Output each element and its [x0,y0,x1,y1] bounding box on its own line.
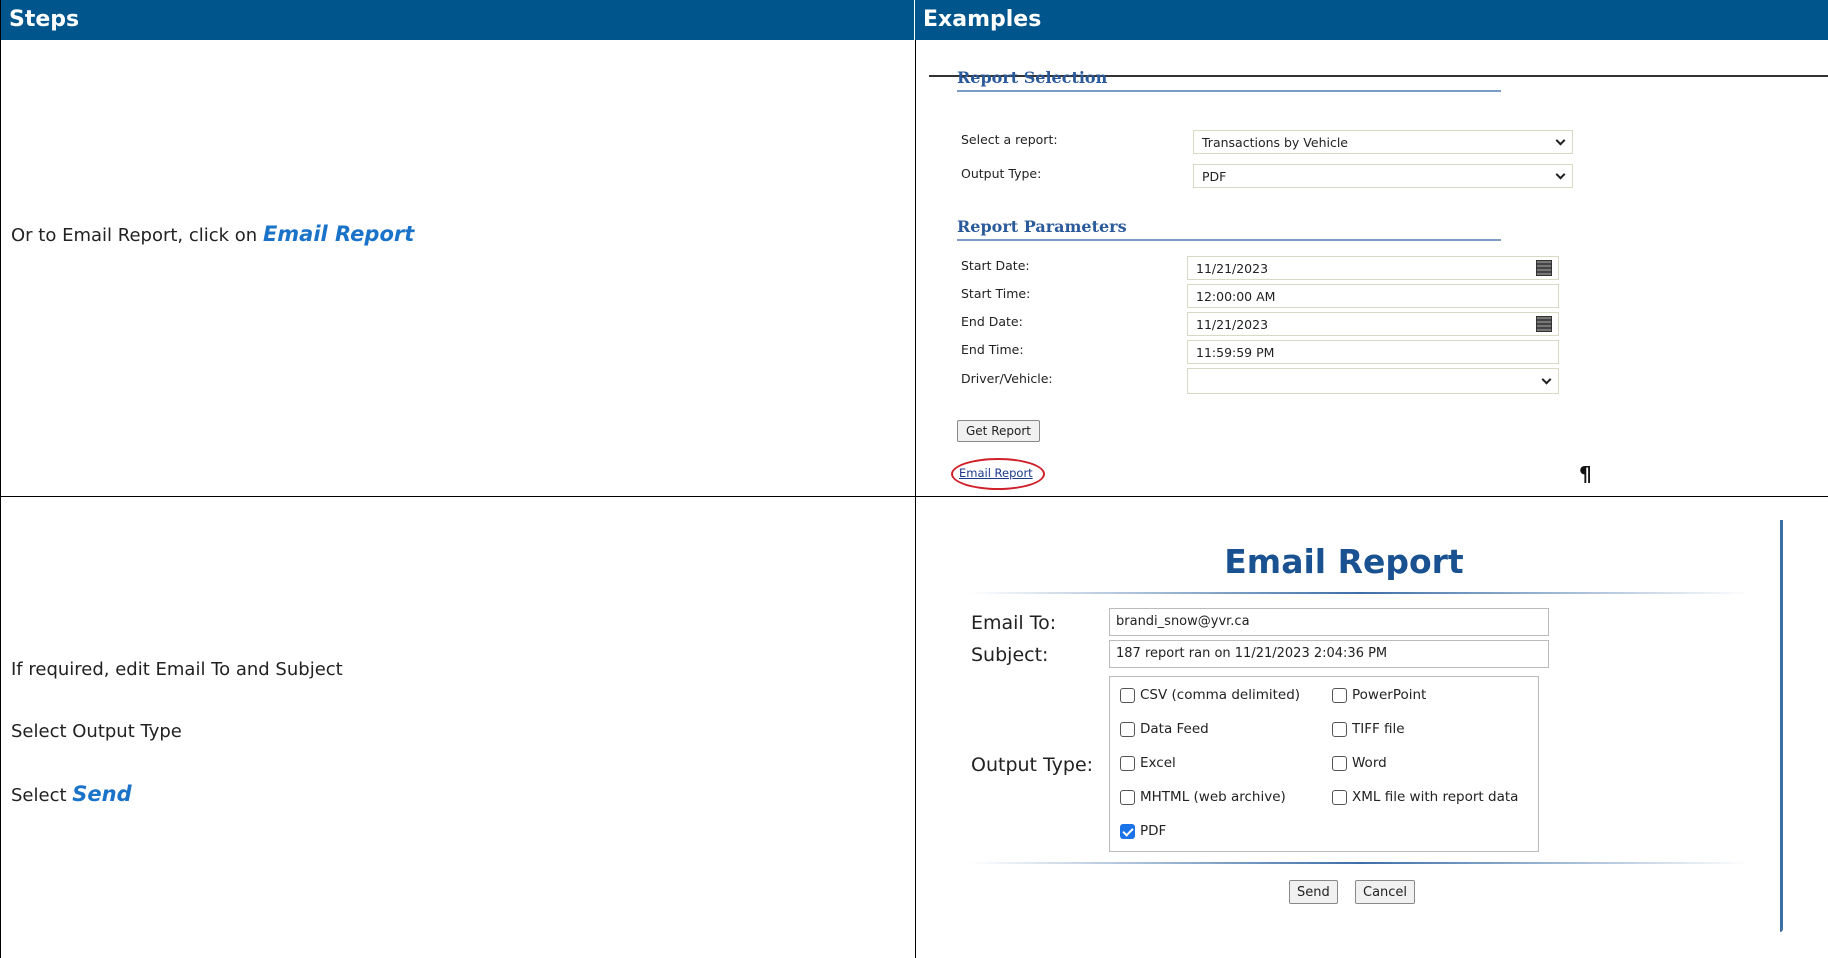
column-divider [915,40,916,958]
option-word[interactable]: Word [1332,755,1387,771]
chevron-down-icon [1541,374,1552,385]
row-divider [1,496,1828,497]
header-steps: Steps [1,0,915,40]
select-report-value: Transactions by Vehicle [1202,134,1349,150]
step-row2-link: Send [72,782,132,806]
driver-vehicle-label: Driver/Vehicle: [961,371,1053,386]
report-parameters-title: Report Parameters [957,217,1127,236]
end-time-value: 11:59:59 PM [1196,344,1275,360]
excel-checkbox[interactable] [1120,755,1135,771]
highlight-circle [951,458,1045,490]
driver-vehicle-dropdown[interactable] [1187,368,1559,394]
cancel-button[interactable]: Cancel [1355,880,1416,904]
option-mhtml[interactable]: MHTML (web archive) [1120,789,1286,805]
report-selection-title: Report Selection [957,68,1108,87]
end-date-input[interactable]: 11/21/2023 [1187,312,1559,336]
report-selection-screenshot: Report Selection Select a report: Transa… [929,68,1828,496]
output-type-dropdown[interactable]: PDF [1193,164,1573,188]
get-report-button[interactable]: Get Report [957,420,1040,442]
output-type-value: PDF [1202,168,1227,184]
option-xml[interactable]: XML file with report data [1332,789,1518,805]
output-type-label: Output Type: [971,754,1094,776]
dialog-right-border [1780,520,1783,932]
mhtml-checkbox[interactable] [1120,789,1135,805]
select-report-dropdown[interactable]: Transactions by Vehicle [1193,130,1573,154]
start-date-label: Start Date: [961,258,1030,273]
calendar-icon[interactable] [1536,260,1552,276]
step-row2-line2: Select Output Type [11,721,182,742]
subject-input[interactable]: 187 report ran on 11/21/2023 2:04:36 PM [1109,640,1549,668]
header-examples: Examples [923,7,1042,32]
step-row1-text: Or to Email Report, click on Email Repor… [11,222,414,246]
end-date-label: End Date: [961,314,1023,329]
option-label: Word [1352,755,1387,771]
step-row1-prefix: Or to Email Report, click on [11,225,263,246]
option-label: Excel [1140,755,1176,771]
pdf-checkbox[interactable] [1120,823,1135,839]
end-time-label: End Time: [961,342,1024,357]
table-header-row: Steps Examples [1,0,1828,40]
output-type-options: CSV (comma delimited) PowerPoint Data Fe… [1109,676,1539,852]
report-selection-underline [957,90,1501,92]
tiff-checkbox[interactable] [1332,721,1347,737]
chevron-down-icon [1555,169,1566,180]
start-date-value: 11/21/2023 [1196,260,1269,276]
option-data-feed[interactable]: Data Feed [1120,721,1209,737]
instruction-table: Steps Examples Or to Email Report, click… [0,0,1828,958]
end-date-value: 11/21/2023 [1196,316,1269,332]
option-excel[interactable]: Excel [1120,755,1176,771]
title-rule [969,592,1749,594]
subject-label: Subject: [971,644,1049,666]
output-type-label: Output Type: [961,166,1042,181]
buttons-rule [969,862,1749,864]
csv-checkbox[interactable] [1120,687,1135,703]
calendar-icon[interactable] [1536,316,1552,332]
email-to-input[interactable]: brandi_snow@yvr.ca [1109,608,1549,636]
option-csv[interactable]: CSV (comma delimited) [1120,687,1300,703]
select-report-label: Select a report: [961,132,1058,147]
word-checkbox[interactable] [1332,755,1347,771]
dialog-title: Email Report [1224,542,1464,581]
option-tiff[interactable]: TIFF file [1332,721,1405,737]
option-label: MHTML (web archive) [1140,789,1286,805]
chevron-down-icon [1555,135,1566,146]
start-time-label: Start Time: [961,286,1031,301]
step-row1-link: Email Report [262,222,415,246]
report-parameters-underline [957,239,1501,241]
start-time-input[interactable]: 12:00:00 AM [1187,284,1559,308]
option-pdf[interactable]: PDF [1120,823,1166,839]
end-time-input[interactable]: 11:59:59 PM [1187,340,1559,364]
xml-checkbox[interactable] [1332,789,1347,805]
start-time-value: 12:00:00 AM [1196,288,1276,304]
option-label: PDF [1140,823,1167,839]
powerpoint-checkbox[interactable] [1332,687,1347,703]
data-feed-checkbox[interactable] [1120,721,1135,737]
option-label: XML file with report data [1352,789,1519,805]
option-label: Data Feed [1140,721,1209,737]
option-label: TIFF file [1352,721,1405,737]
send-button[interactable]: Send [1289,880,1338,904]
step-row2-prefix: Select [11,785,73,806]
start-date-input[interactable]: 11/21/2023 [1187,256,1559,280]
step-row2-line3: Select Send [11,782,132,806]
option-powerpoint[interactable]: PowerPoint [1332,687,1426,703]
option-label: PowerPoint [1352,687,1427,703]
email-to-label: Email To: [971,612,1057,634]
email-report-dialog: Email Report Email To: brandi_snow@yvr.c… [929,520,1828,958]
option-label: CSV (comma delimited) [1140,687,1301,703]
pilcrow-mark: ¶ [1579,462,1592,486]
step-row2-line1: If required, edit Email To and Subject [11,659,343,680]
